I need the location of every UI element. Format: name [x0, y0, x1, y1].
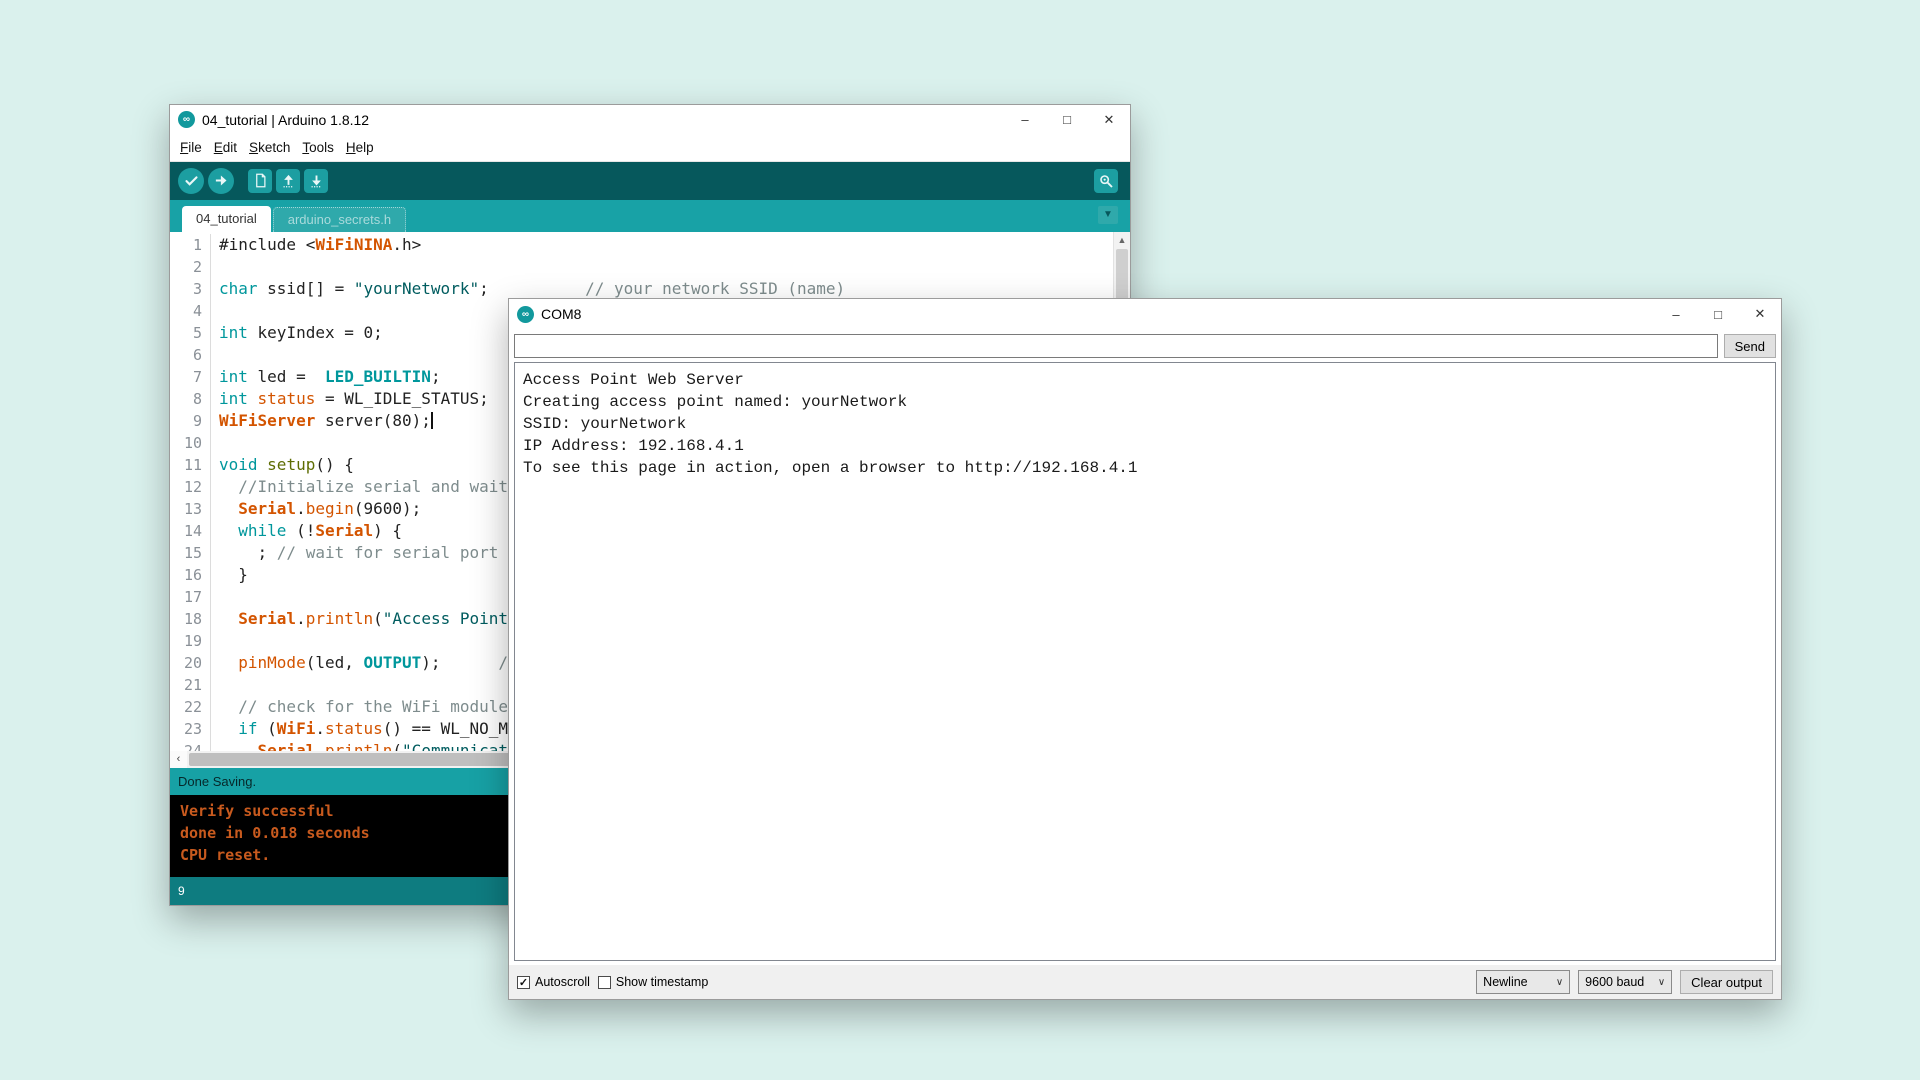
show-timestamp-option[interactable]: Show timestamp	[598, 975, 708, 989]
line-number: 18	[170, 608, 211, 630]
line-number: 8	[170, 388, 211, 410]
line-number: 20	[170, 652, 211, 674]
code-line-2: 2	[170, 256, 1113, 278]
line-number: 23	[170, 718, 211, 740]
up-arrow-icon	[281, 173, 296, 188]
line-number: 5	[170, 322, 211, 344]
line-number: 16	[170, 564, 211, 586]
verify-button[interactable]	[178, 168, 204, 194]
arduino-logo-icon: ∞	[517, 306, 534, 323]
ide-minimize-button[interactable]: –	[1004, 105, 1046, 135]
line-number: 9	[170, 410, 211, 432]
baud-rate-select[interactable]: 9600 baud ∨	[1578, 970, 1672, 994]
ide-menubar: FileEditSketchToolsHelp	[170, 135, 1130, 162]
send-button[interactable]: Send	[1724, 334, 1776, 358]
tab-04_tutorial[interactable]: 04_tutorial	[182, 206, 271, 232]
down-arrow-icon	[309, 173, 324, 188]
upload-button[interactable]	[208, 168, 234, 194]
autoscroll-option[interactable]: Autoscroll	[517, 975, 590, 989]
serial-output: Access Point Web ServerCreating access p…	[514, 362, 1776, 961]
ide-titlebar[interactable]: ∞ 04_tutorial | Arduino 1.8.12 – □ ✕	[170, 105, 1130, 135]
line-number: 7	[170, 366, 211, 388]
line-ending-value: Newline	[1483, 975, 1527, 989]
serial-close-button[interactable]: ✕	[1739, 299, 1781, 329]
tab-arduino_secrets-h[interactable]: arduino_secrets.h	[273, 207, 406, 232]
ide-close-button[interactable]: ✕	[1088, 105, 1130, 135]
menu-sketch[interactable]: Sketch	[243, 140, 296, 155]
serial-monitor-window: ∞ COM8 – □ ✕ Send Access Point Web Serve…	[508, 298, 1782, 1000]
serial-output-line: SSID: yourNetwork	[523, 413, 1767, 435]
ide-window-title: 04_tutorial | Arduino 1.8.12	[202, 112, 369, 128]
serial-output-line: Access Point Web Server	[523, 369, 1767, 391]
line-ending-select[interactable]: Newline ∨	[1476, 970, 1570, 994]
line-number: 4	[170, 300, 211, 322]
document-icon	[253, 173, 268, 188]
line-number: 22	[170, 696, 211, 718]
serial-titlebar[interactable]: ∞ COM8 – □ ✕	[509, 299, 1781, 329]
menu-file[interactable]: File	[174, 140, 208, 155]
serial-input[interactable]	[514, 334, 1718, 358]
serial-bottom-bar: Autoscroll Show timestamp Newline ∨ 9600…	[509, 965, 1781, 999]
cursor-line-indicator: 9	[178, 884, 185, 898]
magnifier-icon	[1098, 173, 1114, 189]
serial-minimize-button[interactable]: –	[1655, 299, 1697, 329]
tab-list-dropdown-button[interactable]: ▼	[1098, 206, 1118, 224]
code-line-3: 3char ssid[] = "yourNetwork"; // your ne…	[170, 278, 1113, 300]
line-number: 10	[170, 432, 211, 454]
arduino-logo-icon: ∞	[178, 111, 195, 128]
serial-maximize-button[interactable]: □	[1697, 299, 1739, 329]
scroll-up-icon[interactable]: ▲	[1114, 232, 1130, 248]
right-arrow-icon	[214, 173, 229, 188]
desktop: ∞ 04_tutorial | Arduino 1.8.12 – □ ✕ Fil…	[0, 0, 1920, 1080]
menu-edit[interactable]: Edit	[208, 140, 243, 155]
line-number: 3	[170, 278, 211, 300]
save-button[interactable]	[304, 169, 328, 193]
autoscroll-label: Autoscroll	[535, 975, 590, 989]
line-number: 11	[170, 454, 211, 476]
ide-toolbar	[170, 162, 1130, 200]
line-number: 15	[170, 542, 211, 564]
line-number: 14	[170, 520, 211, 542]
ide-maximize-button[interactable]: □	[1046, 105, 1088, 135]
timestamp-label: Show timestamp	[616, 975, 708, 989]
line-number: 1	[170, 234, 211, 256]
chevron-down-icon: ∨	[1556, 977, 1563, 988]
line-number: 21	[170, 674, 211, 696]
serial-output-line: To see this page in action, open a brows…	[523, 457, 1767, 479]
serial-output-line: Creating access point named: yourNetwork	[523, 391, 1767, 413]
line-number: 2	[170, 256, 211, 278]
baud-rate-value: 9600 baud	[1585, 975, 1644, 989]
ide-tabbar: 04_tutorialarduino_secrets.h ▼	[170, 200, 1130, 232]
scroll-left-icon[interactable]: ‹	[170, 751, 187, 768]
timestamp-checkbox[interactable]	[598, 976, 611, 989]
line-number: 19	[170, 630, 211, 652]
line-number: 6	[170, 344, 211, 366]
text-caret	[431, 412, 433, 429]
chevron-down-icon: ∨	[1658, 977, 1665, 988]
status-text: Done Saving.	[178, 774, 256, 789]
menu-help[interactable]: Help	[340, 140, 380, 155]
line-number: 12	[170, 476, 211, 498]
check-icon	[184, 173, 199, 188]
code-line-1: 1#include <WiFiNINA.h>	[170, 234, 1113, 256]
menu-tools[interactable]: Tools	[296, 140, 340, 155]
clear-output-button[interactable]: Clear output	[1680, 970, 1773, 994]
autoscroll-checkbox[interactable]	[517, 976, 530, 989]
serial-output-line: IP Address: 192.168.4.1	[523, 435, 1767, 457]
new-sketch-button[interactable]	[248, 169, 272, 193]
line-number: 13	[170, 498, 211, 520]
open-button[interactable]	[276, 169, 300, 193]
serial-window-title: COM8	[541, 306, 581, 322]
serial-monitor-button[interactable]	[1094, 169, 1118, 193]
line-number: 17	[170, 586, 211, 608]
